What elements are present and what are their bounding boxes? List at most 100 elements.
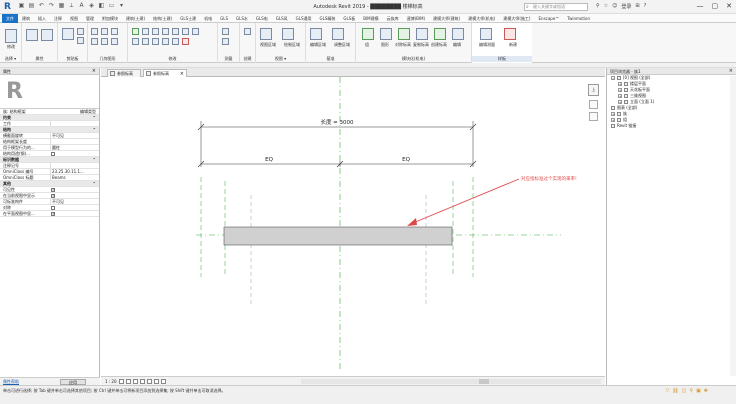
expand-icon[interactable]: +	[618, 100, 622, 104]
star-icon[interactable]: ☆	[604, 3, 608, 10]
ribbon-tab[interactable]: 建筑(土建)	[122, 14, 149, 23]
visual-style-icon[interactable]	[126, 379, 131, 384]
edit-measure-icon[interactable]	[480, 28, 492, 40]
zoom-icon[interactable]	[589, 100, 598, 109]
drag-elements-icon[interactable]: ✥	[704, 388, 708, 394]
vertical-scrollbar[interactable]	[730, 76, 736, 376]
split-face-icon[interactable]	[101, 38, 108, 45]
dimension-icon[interactable]	[222, 38, 229, 45]
graphics-tool-icon[interactable]	[380, 28, 392, 40]
cut-geometry-icon[interactable]	[101, 28, 108, 35]
move-icon[interactable]	[132, 38, 139, 45]
pin-icon[interactable]	[172, 38, 179, 45]
close-button[interactable]: ✕	[726, 2, 732, 10]
wall-joins-icon[interactable]	[91, 38, 98, 45]
horizontal-scrollbar[interactable]	[301, 379, 601, 384]
user-icon[interactable]: ☺	[612, 3, 617, 10]
ribbon-tab[interactable]: 管理	[82, 14, 98, 23]
ribbon-tab[interactable]: 视图	[66, 14, 82, 23]
help-icon[interactable]: ?	[644, 3, 647, 10]
split-icon[interactable]	[172, 28, 179, 35]
cart-icon[interactable]: ⊞	[635, 3, 639, 10]
tab-view-2[interactable]: 参照标高 ×	[143, 69, 187, 77]
cope-icon[interactable]	[91, 28, 98, 35]
ribbon-tab[interactable]: 建模大师(建筑)	[429, 14, 464, 23]
ribbon-tab[interactable]: 建模大师(施工)	[499, 14, 534, 23]
total-dimension-text[interactable]: 长度 = 3000	[320, 118, 354, 126]
filter-icon[interactable]: ▽	[665, 388, 669, 394]
ribbon-tab[interactable]: GLS水	[232, 14, 252, 23]
ribbon-tab[interactable]: 云族库	[383, 14, 403, 23]
property-checkbox[interactable]	[51, 193, 55, 198]
temporary-hide-icon[interactable]	[154, 379, 159, 384]
create-assembly-icon[interactable]	[244, 28, 251, 35]
ribbon-tab[interactable]: 速博(BIM)	[403, 14, 430, 23]
edit-region-icon[interactable]	[282, 28, 294, 40]
close-icon[interactable]: ×	[92, 68, 96, 75]
symmetric-level-icon[interactable]	[398, 28, 410, 40]
beam-element[interactable]	[223, 226, 453, 246]
copy-level-icon[interactable]	[416, 28, 428, 40]
property-checkbox[interactable]	[51, 187, 55, 192]
align-icon[interactable]	[132, 28, 139, 35]
type-selector[interactable]: R	[0, 75, 99, 109]
ribbon-tab[interactable]: 机电	[200, 14, 216, 23]
drawing-canvas[interactable]: 长度 = 3000 EQ EQ 对应指标准过个实现的来率!	[101, 77, 605, 376]
browser-node[interactable]: Revit 链接	[607, 123, 736, 129]
adjust-datum-icon[interactable]	[332, 28, 344, 40]
type-name[interactable]: 族: 结构框架	[3, 109, 26, 114]
ribbon-tab[interactable]: GLS	[216, 14, 232, 23]
select-by-face-icon[interactable]: ▣	[696, 388, 701, 394]
tab-view-1[interactable]: 参照标高	[107, 69, 141, 77]
edit-tool-icon[interactable]	[452, 28, 464, 40]
view-scale[interactable]: 1 : 20	[105, 378, 117, 385]
select-pinned-icon[interactable]: ⚲	[689, 388, 693, 394]
trim-icon[interactable]	[182, 28, 189, 35]
reveal-hidden-icon[interactable]	[161, 379, 166, 384]
crop-view-icon[interactable]	[147, 379, 152, 384]
shadows-icon[interactable]	[140, 379, 145, 384]
steering-wheel-icon[interactable]	[589, 112, 598, 121]
delete-icon[interactable]	[182, 38, 189, 45]
modify-tool-icon[interactable]	[5, 29, 17, 43]
ribbon-tab[interactable]: BIM建模	[359, 14, 382, 23]
ribbon-tab[interactable]: 结构(土建)	[149, 14, 176, 23]
ribbon-tab[interactable]: 附加模块	[98, 14, 122, 23]
ribbon-tab[interactable]: 文件	[2, 13, 18, 23]
property-checkbox[interactable]	[51, 211, 55, 216]
expand-icon[interactable]: +	[618, 82, 622, 86]
rotate-icon[interactable]	[152, 38, 159, 45]
new-template-icon[interactable]	[504, 28, 516, 40]
ribbon-tab[interactable]: Twinmotion	[563, 14, 594, 23]
mirror-draw-icon[interactable]	[162, 28, 169, 35]
expand-icon[interactable]: +	[618, 94, 622, 98]
properties-icon[interactable]	[26, 29, 38, 41]
collapse-icon[interactable]: −	[611, 76, 615, 80]
ribbon-tab[interactable]: GLS通用	[292, 14, 316, 23]
expand-icon[interactable]: +	[611, 118, 615, 122]
ribbon-group-label[interactable]: 选择 ▾	[0, 56, 21, 62]
copy-icon[interactable]	[77, 37, 84, 44]
copy-element-icon[interactable]	[142, 38, 149, 45]
eq-right-label[interactable]: EQ	[402, 157, 410, 163]
close-icon[interactable]: ×	[729, 68, 733, 75]
maximize-button[interactable]: ▢	[712, 2, 719, 10]
ribbon-tab[interactable]: GLS风	[272, 14, 292, 23]
ribbon-tab[interactable]: Enscape™	[535, 14, 564, 23]
sun-path-icon[interactable]	[133, 379, 138, 384]
ribbon-tab[interactable]: 建模大师(机电)	[464, 14, 499, 23]
ribbon-tab[interactable]: GLS土建	[176, 14, 200, 23]
measure-tool-icon[interactable]	[222, 28, 229, 35]
ribbon-tab[interactable]: 建筑	[18, 14, 34, 23]
view-range-icon[interactable]	[260, 28, 272, 40]
property-checkbox[interactable]	[51, 152, 55, 156]
edit-datum-icon[interactable]	[310, 28, 322, 40]
ribbon-tab[interactable]: 插入	[34, 14, 50, 23]
type-properties-icon[interactable]	[41, 29, 53, 41]
detail-level-icon[interactable]	[119, 379, 124, 384]
ribbon-tab[interactable]: GLS板	[339, 14, 359, 23]
paste-icon[interactable]	[62, 28, 74, 40]
offset-icon[interactable]	[142, 28, 149, 35]
search-input[interactable]: ⌕ 键入关键字或短语	[524, 3, 588, 11]
scale-icon[interactable]	[162, 38, 169, 45]
